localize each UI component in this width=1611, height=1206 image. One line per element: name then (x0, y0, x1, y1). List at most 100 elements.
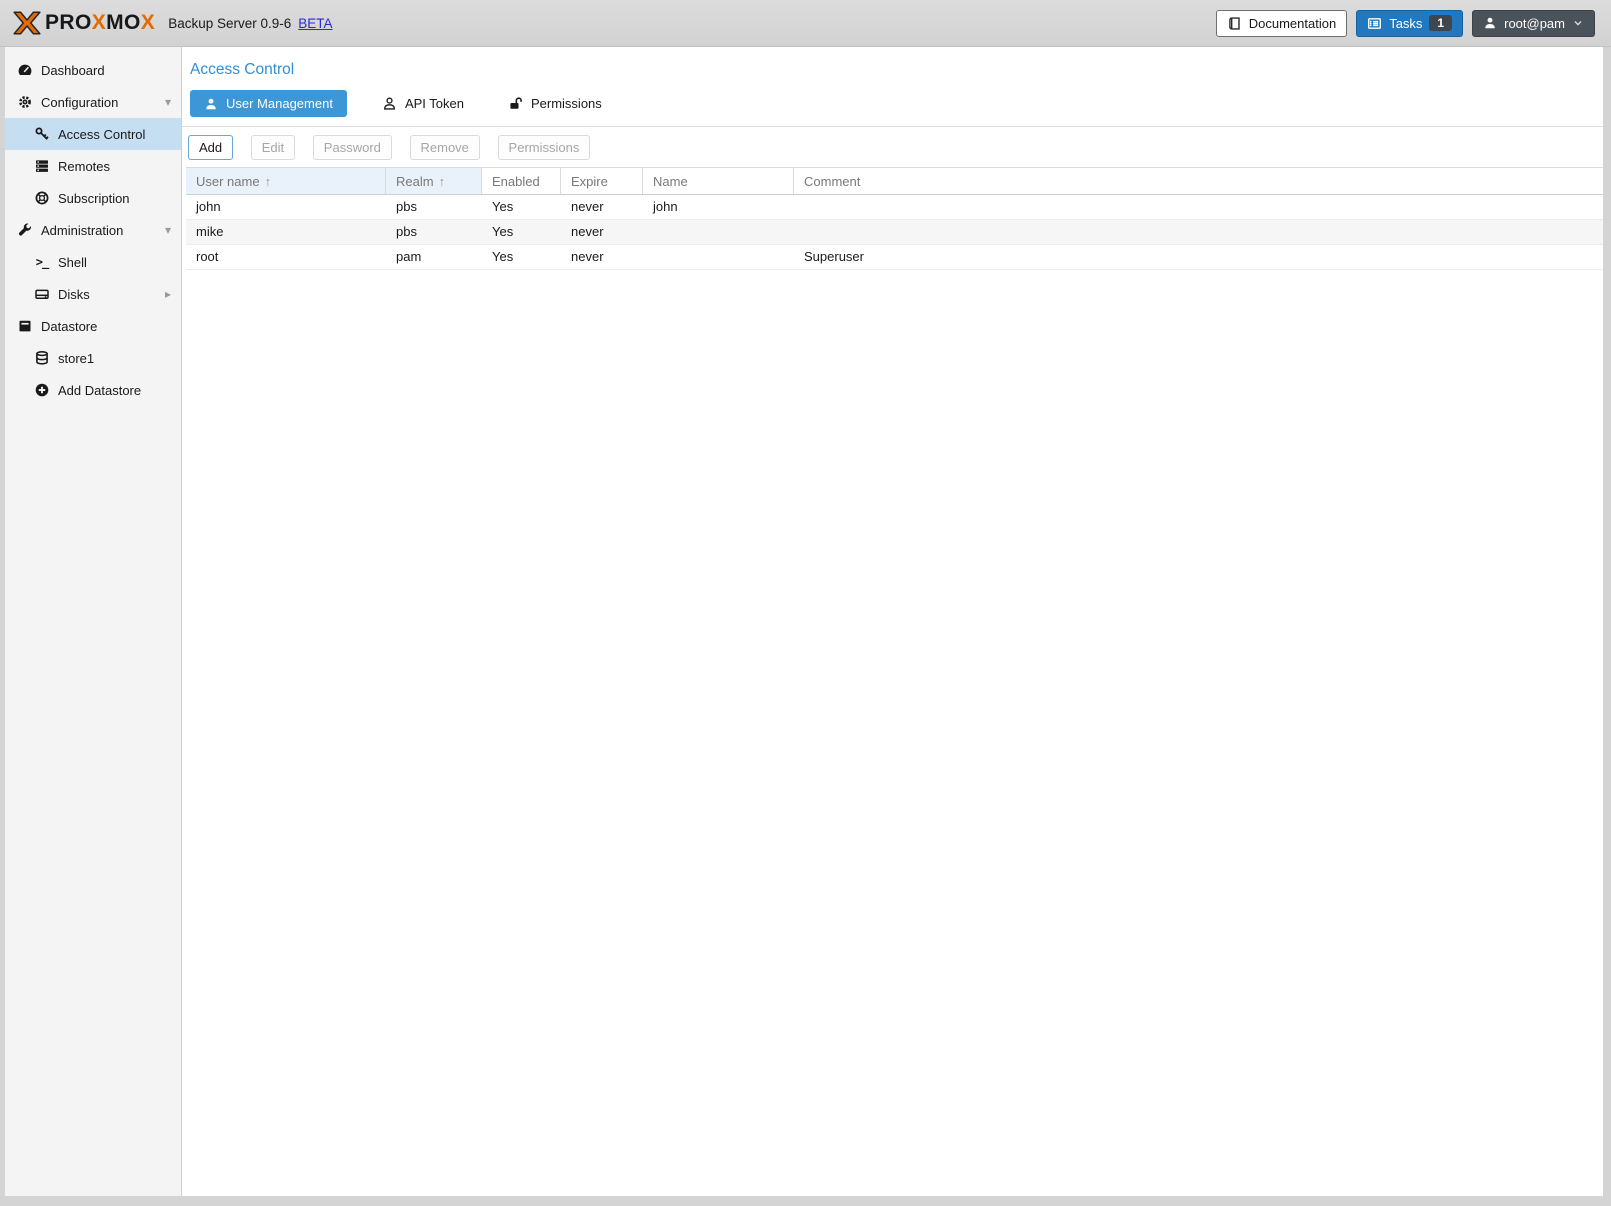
top-bar: PROXMOX Backup Server 0.9-6 BETA Documen… (0, 0, 1611, 47)
tab-label: User Management (226, 96, 333, 111)
tab-api-token[interactable]: API Token (373, 90, 473, 117)
archive-box-icon (15, 318, 35, 334)
sidebar-item-label: Subscription (58, 191, 130, 206)
grid-toolbar: Add Edit Password Remove Permissions (182, 127, 1603, 167)
database-icon (32, 350, 52, 366)
cell-realm: pbs (386, 220, 482, 244)
edit-button[interactable]: Edit (251, 135, 295, 160)
collapse-caret-icon[interactable]: ▾ (165, 223, 171, 237)
table-row-john[interactable]: john pbs Yes never john (186, 195, 1603, 220)
cell-name (643, 220, 794, 244)
logo-segment: PRO (45, 11, 92, 34)
cell-comment (794, 195, 1603, 219)
column-header-expire[interactable]: Expire (561, 168, 643, 194)
cell-comment (794, 220, 1603, 244)
password-button[interactable]: Password (313, 135, 392, 160)
content-frame: Dashboard Configuration ▾ (5, 47, 1603, 1196)
sidebar-item-shell[interactable]: >_ Shell (5, 246, 181, 278)
table-header-row: User name ↑ Realm ↑ Enabled Expire Name (186, 167, 1603, 195)
key-icon (32, 126, 52, 142)
tasks-button[interactable]: Tasks 1 (1356, 10, 1463, 37)
sidebar-item-subscription[interactable]: Subscription (5, 182, 181, 214)
main-panel: Access Control User Management (182, 47, 1603, 1196)
sort-ascending-icon: ↑ (439, 174, 446, 189)
tab-bar: User Management API Token (182, 79, 1603, 127)
cell-realm: pbs (386, 195, 482, 219)
cell-enabled: Yes (482, 220, 561, 244)
column-header-name[interactable]: Name (643, 168, 794, 194)
cell-enabled: Yes (482, 195, 561, 219)
sidebar-item-label: Configuration (41, 95, 118, 110)
sidebar-item-add-datastore[interactable]: Add Datastore (5, 374, 181, 406)
documentation-label: Documentation (1249, 16, 1336, 31)
sidebar-item-disks[interactable]: Disks ▸ (5, 278, 181, 310)
add-button[interactable]: Add (188, 135, 233, 160)
life-ring-icon (32, 190, 52, 206)
user-icon (1483, 16, 1497, 30)
sidebar-item-store1[interactable]: store1 (5, 342, 181, 374)
collapse-caret-icon[interactable]: ▾ (165, 95, 171, 109)
user-menu-button[interactable]: root@pam (1472, 10, 1595, 37)
tab-label: Permissions (531, 96, 602, 111)
tab-user-management[interactable]: User Management (190, 90, 347, 117)
cell-comment: Superuser (794, 245, 1603, 269)
column-header-user-name[interactable]: User name ↑ (186, 168, 386, 194)
user-outline-icon (382, 96, 397, 111)
tasks-count-badge: 1 (1429, 15, 1452, 31)
table-row-root[interactable]: root pam Yes never Superuser (186, 245, 1603, 270)
sidebar-item-datastore[interactable]: Datastore (5, 310, 181, 342)
cell-name (643, 245, 794, 269)
hdd-icon (32, 286, 52, 302)
gear-icon (15, 94, 35, 110)
sidebar-item-label: Shell (58, 255, 87, 270)
server-list-icon (32, 158, 52, 174)
cell-expire: never (561, 220, 643, 244)
table-row-mike[interactable]: mike pbs Yes never (186, 220, 1603, 245)
beta-link[interactable]: BETA (298, 16, 332, 31)
cell-enabled: Yes (482, 245, 561, 269)
cell-realm: pam (386, 245, 482, 269)
column-header-realm[interactable]: Realm ↑ (386, 168, 482, 194)
tasks-label: Tasks (1389, 16, 1422, 31)
dashboard-icon (15, 62, 35, 78)
column-header-enabled[interactable]: Enabled (482, 168, 561, 194)
chevron-down-icon (1572, 17, 1584, 29)
cell-user-name: mike (186, 220, 386, 244)
permissions-button[interactable]: Permissions (498, 135, 591, 160)
proxmox-logo-text: PROXMOX (45, 11, 155, 35)
logo-segment: X (141, 11, 155, 34)
user-table: User name ↑ Realm ↑ Enabled Expire Name (186, 167, 1603, 270)
tab-permissions[interactable]: Permissions (499, 90, 611, 117)
proxmox-logo-icon (12, 8, 42, 38)
cell-user-name: john (186, 195, 386, 219)
sidebar-item-label: Remotes (58, 159, 110, 174)
column-header-comment[interactable]: Comment (794, 168, 1603, 194)
top-bar-actions: Documentation Tasks 1 (1216, 10, 1595, 37)
cell-expire: never (561, 245, 643, 269)
book-icon (1227, 16, 1242, 31)
cell-user-name: root (186, 245, 386, 269)
sidebar-item-administration[interactable]: Administration ▾ (5, 214, 181, 246)
sidebar-item-label: Administration (41, 223, 123, 238)
sidebar-item-label: store1 (58, 351, 94, 366)
sort-ascending-icon: ↑ (265, 174, 272, 189)
page-title: Access Control (182, 47, 1603, 79)
sidebar-item-label: Add Datastore (58, 383, 141, 398)
user-solid-icon (204, 97, 218, 111)
user-label: root@pam (1504, 16, 1565, 31)
logo-segment: X (92, 11, 106, 34)
sidebar-item-label: Dashboard (41, 63, 105, 78)
unlock-icon (508, 96, 523, 111)
sidebar-item-remotes[interactable]: Remotes (5, 150, 181, 182)
logo-segment: MO (106, 11, 141, 34)
sidebar-item-label: Disks (58, 287, 90, 302)
expand-caret-icon[interactable]: ▸ (165, 287, 171, 301)
remove-button[interactable]: Remove (410, 135, 480, 160)
sidebar-item-configuration[interactable]: Configuration ▾ (5, 86, 181, 118)
sidebar-item-label: Datastore (41, 319, 97, 334)
documentation-button[interactable]: Documentation (1216, 10, 1347, 37)
product-version-label: Backup Server 0.9-6 (168, 16, 291, 31)
sidebar-item-access-control[interactable]: Access Control (5, 118, 181, 150)
wrench-icon (15, 222, 35, 238)
sidebar-item-dashboard[interactable]: Dashboard (5, 54, 181, 86)
